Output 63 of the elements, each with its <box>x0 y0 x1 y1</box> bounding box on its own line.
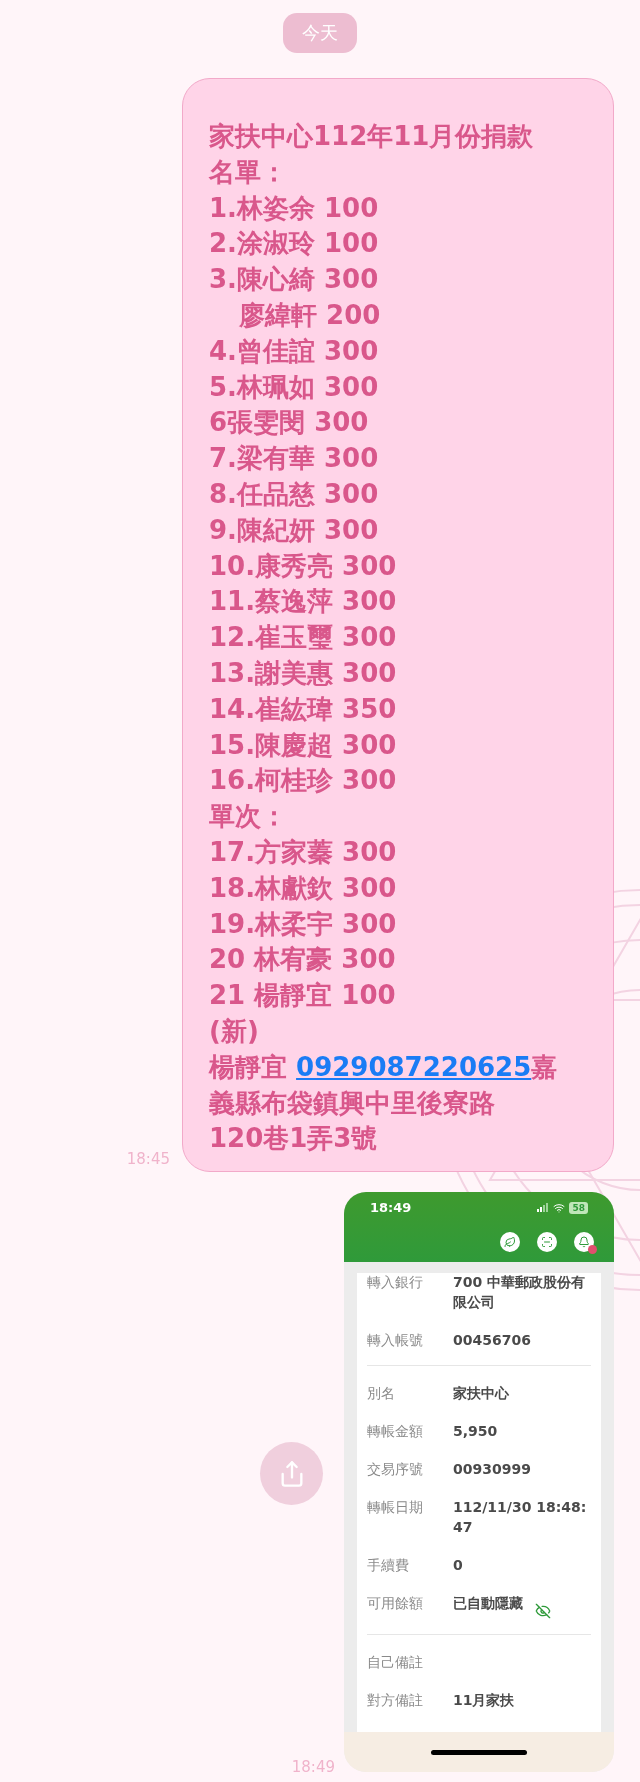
message-line: 11.蔡逸萍 300 <box>209 585 398 619</box>
message-line: 義縣布袋鎮興中里後寮路 <box>209 1086 496 1120</box>
message-line: 120巷1弄3號 <box>209 1122 379 1156</box>
field-label: 轉入銀行 <box>367 1273 424 1293</box>
field-value: 0 <box>453 1556 464 1576</box>
field-label: 轉帳日期 <box>367 1498 424 1518</box>
wifi-icon <box>553 1201 566 1214</box>
message-line: 10.康秀亮 300 <box>209 549 398 583</box>
message-line: 名單： <box>209 155 288 189</box>
field-label: 手續費 <box>367 1556 410 1576</box>
signal-icon <box>537 1203 550 1213</box>
message-line: 18.林獻欽 300 <box>209 871 398 905</box>
field-value: 00930999 <box>453 1460 532 1480</box>
message-time: 18:49 <box>291 1756 335 1778</box>
field-value: 5,950 <box>453 1422 499 1442</box>
field-label: 別名 <box>367 1384 396 1404</box>
field-value: 700 中華郵政股份有限公司 <box>453 1273 587 1313</box>
message-line: 6張雯閔 300 <box>209 406 370 440</box>
field-value: 11月家扶 <box>453 1691 516 1711</box>
field-label: 對方備註 <box>367 1691 424 1711</box>
field-label: 自己備註 <box>367 1653 424 1673</box>
message-line: 7.梁有華 300 <box>209 442 380 476</box>
field-label: 轉入帳號 <box>367 1331 424 1351</box>
field-value: 家扶中心 <box>453 1384 510 1404</box>
message-line: 16.柯桂珍 300 <box>209 764 398 798</box>
message-line: 14.崔紘瑋 350 <box>209 692 398 726</box>
message-line: 1.林姿余 100 <box>209 191 380 225</box>
leaf-button[interactable] <box>500 1231 520 1252</box>
message-line: 8.任品慈 300 <box>209 477 380 511</box>
scan-icon <box>541 1235 553 1248</box>
eye-slash-icon[interactable] <box>535 1603 551 1620</box>
message-line: 17.方家蓁 300 <box>209 835 398 869</box>
field-label: 轉帳金額 <box>367 1422 424 1442</box>
leaf-icon <box>504 1235 516 1248</box>
message-line: 15.陳慶超 300 <box>209 728 398 762</box>
message-line: 19.林柔宇 300 <box>209 907 398 941</box>
scan-button[interactable] <box>537 1231 557 1252</box>
message-line: 楊靜宜 0929087220625嘉 <box>209 1050 559 1084</box>
battery-level: 58 <box>569 1201 588 1214</box>
message-line: 3.陳心綺 300 <box>209 263 380 297</box>
message-line: 單次： <box>209 800 288 834</box>
message-line: 9.陳紀妍 300 <box>209 513 380 547</box>
field-label: 交易序號 <box>367 1460 424 1480</box>
field-value: 已自動隱藏 <box>453 1594 524 1614</box>
message-line: 12.崔玉璽 300 <box>209 621 398 655</box>
message-line: (新) <box>209 1014 260 1048</box>
bell-icon <box>578 1235 590 1248</box>
field-value: 112/11/30 18:48:47 <box>453 1498 588 1538</box>
message-line: 廖緯軒 200 <box>238 299 382 332</box>
bell-button[interactable] <box>574 1231 594 1252</box>
message-line: 4.曾佳誼 300 <box>209 334 380 368</box>
message-line: 13.謝美惠 300 <box>209 656 398 690</box>
date-chip: 今天 <box>283 13 357 53</box>
phone-link[interactable]: 0929087220625 <box>296 1051 532 1082</box>
status-time: 18:49 <box>370 1199 412 1218</box>
message-line: 20 林宥豪 300 <box>209 943 397 977</box>
field-value: 00456706 <box>453 1331 532 1351</box>
message-line: 家扶中心112年11月份捐款 <box>209 120 535 153</box>
message-line: 2.涂淑玲 100 <box>209 227 380 261</box>
message-line: 5.林珮如 300 <box>209 370 380 404</box>
field-label: 可用餘額 <box>367 1594 424 1614</box>
message-time: 18:45 <box>126 1148 170 1170</box>
message-line: 21 楊靜宜 100 <box>209 979 397 1013</box>
